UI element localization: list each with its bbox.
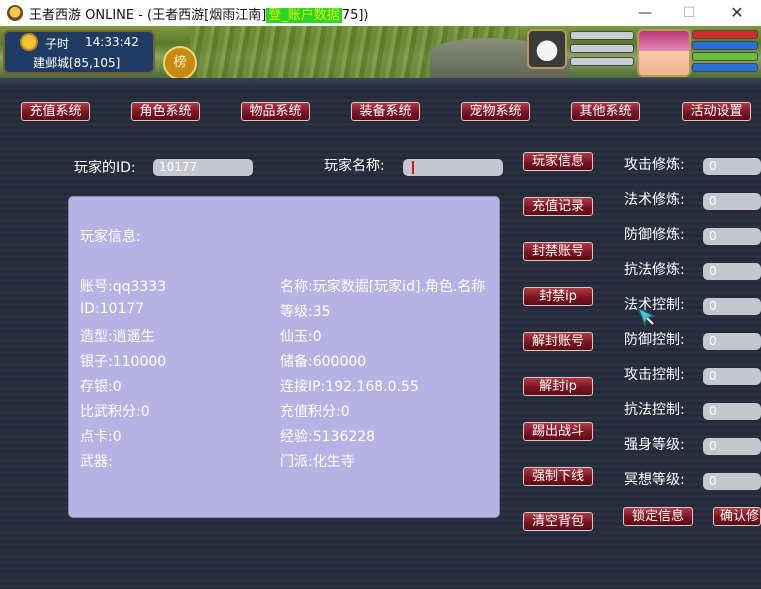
hero-exp-bar [692,63,758,72]
window-title-bar: 王者西游 ONLINE - (王者西游[烟雨江南] 登_账户数据 75]) — ☐ … [0,0,761,27]
stat-label-attack-cultivation: 攻击修炼: [624,157,685,173]
panel-top-border [0,78,761,88]
stat-input-defense-control[interactable]: 0 [703,333,761,350]
info-recharge-points: 充值积分:0 [280,404,350,420]
game-clock: 14:33:42 [85,35,139,49]
pet-hp-bar [570,31,634,40]
player-id-label: 玩家的ID: [74,160,136,176]
stat-label-body-level: 强身等级: [624,437,685,453]
window-title-highlight: 登_账户数据 [266,8,342,23]
hero-anger-bar [692,52,758,61]
stat-label-defense-control: 防御控制: [624,332,685,348]
info-silver: 银子:110000 [80,354,167,370]
menu-pet-system[interactable]: 宠物系统 [461,102,530,121]
close-button[interactable]: ✕ [714,0,760,26]
app-icon [7,5,23,21]
info-weapon: 武器: [80,454,113,470]
stat-value-resist-control: 0 [709,404,717,418]
player-info-button[interactable]: 玩家信息 [523,152,593,171]
stat-value-defense-cultivation: 0 [709,229,717,243]
info-model: 造型:逍遥生 [80,329,155,345]
stat-value-spell-control: 0 [709,299,717,313]
clock-panel: 子时 14:33:42 建邺城[85,105] [3,30,155,74]
hero-hp-bar [692,30,758,39]
menu-other-system[interactable]: 其他系统 [571,102,640,121]
lock-info-button[interactable]: 锁定信息 [623,507,693,526]
location-coordinates: 建邺城[85,105] [33,56,121,70]
window-title-suffix: 75]) [341,8,369,23]
stat-value-spell-cultivation: 0 [709,194,717,208]
menu-activity-settings[interactable]: 活动设置 [682,102,751,121]
stat-value-attack-control: 0 [709,369,717,383]
stat-input-spell-cultivation[interactable]: 0 [703,193,761,210]
stat-input-attack-cultivation[interactable]: 0 [703,158,761,175]
player-name-label: 玩家名称: [324,158,385,174]
info-sect: 门派:化生寺 [280,454,355,470]
window-title: 王者西游 ONLINE - (王者西游[烟雨江南] 登_账户数据 75]) [29,4,368,23]
hero-avatar-icon[interactable] [637,29,691,77]
clear-bag-button[interactable]: 清空背包 [523,512,593,531]
force-offline-button[interactable]: 强制下线 [523,467,593,486]
pet-mp-bar [570,44,634,53]
stat-input-meditation-level[interactable]: 0 [703,473,761,490]
stat-value-defense-control: 0 [709,334,717,348]
menu-equipment-system[interactable]: 装备系统 [351,102,420,121]
confirm-modify-button[interactable]: 确认修 [713,507,761,526]
info-connection-ip: 连接IP:192.168.0.55 [280,379,419,395]
stat-label-spell-cultivation: 法术修炼: [624,192,685,208]
unban-ip-button[interactable]: 解封ip [523,377,593,396]
stat-input-spell-control[interactable]: 0 [703,298,761,315]
info-account: 账号:qq3333 [80,279,167,295]
stat-label-resist-cultivation: 抗法修炼: [624,262,685,278]
info-arena-points: 比武积分:0 [80,404,150,420]
kick-from-battle-button[interactable]: 踢出战斗 [523,422,593,441]
info-name: 名称:玩家数据[玩家id].角色.名称 [280,279,486,295]
sun-icon [22,35,36,49]
stat-input-defense-cultivation[interactable]: 0 [703,228,761,245]
stat-value-resist-cultivation: 0 [709,264,717,278]
recharge-record-button[interactable]: 充值记录 [523,197,593,216]
unban-account-button[interactable]: 解封账号 [523,332,593,351]
info-experience: 经验:5136228 [280,429,376,445]
info-point-card: 点卡:0 [80,429,122,445]
menu-role-system[interactable]: 角色系统 [131,102,200,121]
stat-input-resist-control[interactable]: 0 [703,403,761,420]
stat-label-attack-control: 攻击控制: [624,367,685,383]
info-id: ID:10177 [80,301,145,317]
player-id-input[interactable]: 10177 [153,159,253,176]
stat-input-attack-control[interactable]: 0 [703,368,761,385]
leaderboard-icon[interactable]: 榜 [163,46,197,78]
ban-ip-button[interactable]: 封禁ip [523,287,593,306]
game-cursor-icon [636,306,657,328]
maximize-button[interactable]: ☐ [666,0,712,26]
pet-avatar-icon[interactable] [527,29,567,69]
stat-value-attack-cultivation: 0 [709,159,717,173]
info-jade: 仙玉:0 [280,329,322,345]
stat-input-resist-cultivation[interactable]: 0 [703,263,761,280]
text-caret [412,161,414,174]
player-name-input[interactable] [403,159,503,176]
info-reserve: 储备:600000 [280,354,367,370]
player-info-box: 玩家信息: 账号:qq3333 ID:10177 造型:逍遥生 银子:11000… [68,196,500,518]
hero-mp-bar [692,41,758,50]
window-title-prefix: 王者西游 ONLINE - (王者西游[烟雨江南] [29,8,267,23]
ban-account-button[interactable]: 封禁账号 [523,242,593,261]
stat-input-body-level[interactable]: 0 [703,438,761,455]
player-id-value: 10177 [159,160,198,174]
stat-label-resist-control: 抗法控制: [624,402,685,418]
game-hud: 子时 14:33:42 建邺城[85,105] 榜 [0,26,761,78]
menu-recharge-system[interactable]: 充值系统 [21,102,90,121]
info-deposit: 存银:0 [80,379,122,395]
player-info-heading: 玩家信息: [80,229,141,245]
stat-value-meditation-level: 0 [709,474,717,488]
info-level: 等级:35 [280,304,331,320]
stat-value-body-level: 0 [709,439,717,453]
stat-label-meditation-level: 冥想等级: [624,472,685,488]
time-period: 子时 [45,37,70,51]
stat-label-defense-cultivation: 防御修炼: [624,227,685,243]
minimize-button[interactable]: — [622,0,668,26]
menu-item-system[interactable]: 物品系统 [241,102,310,121]
pet-exp-bar [570,57,634,66]
